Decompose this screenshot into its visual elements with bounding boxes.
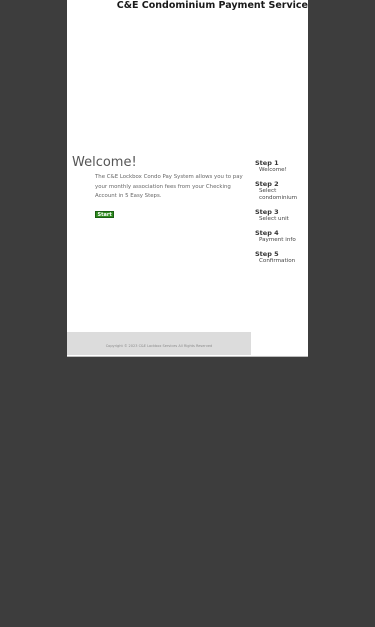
step-description: Select condominium — [259, 188, 298, 201]
welcome-description: The C&E Lockbox Condo Pay System allows … — [95, 174, 243, 199]
step-3: Step 3 Select unit — [255, 208, 307, 223]
step-description: Payment info — [259, 237, 296, 243]
step-5: Step 5 Confirmation — [255, 250, 307, 265]
footer-copyright: Copyright © 2023 C&E Lockbox Services Al… — [67, 332, 251, 355]
steps-sidebar: Step 1 Welcome! Step 2 Select condominiu… — [255, 159, 307, 271]
page-container: C&E Condominium Payment Service Welcome!… — [67, 0, 308, 357]
welcome-heading: Welcome! — [72, 155, 137, 170]
step-2: Step 2 Select condominium — [255, 180, 307, 202]
step-title: Step 4 — [255, 229, 279, 237]
step-4: Step 4 Payment info — [255, 229, 307, 244]
step-description: Welcome! — [259, 167, 287, 173]
step-title: Step 5 — [255, 250, 279, 258]
step-title: Step 1 — [255, 159, 279, 167]
step-description: Confirmation — [259, 258, 296, 264]
start-button[interactable]: Start — [95, 211, 115, 218]
step-title: Step 2 — [255, 180, 279, 188]
step-title: Step 3 — [255, 208, 279, 216]
app-title: C&E Condominium Payment Service — [116, 0, 308, 11]
step-description: Select unit — [259, 216, 289, 222]
step-1: Step 1 Welcome! — [255, 159, 307, 174]
